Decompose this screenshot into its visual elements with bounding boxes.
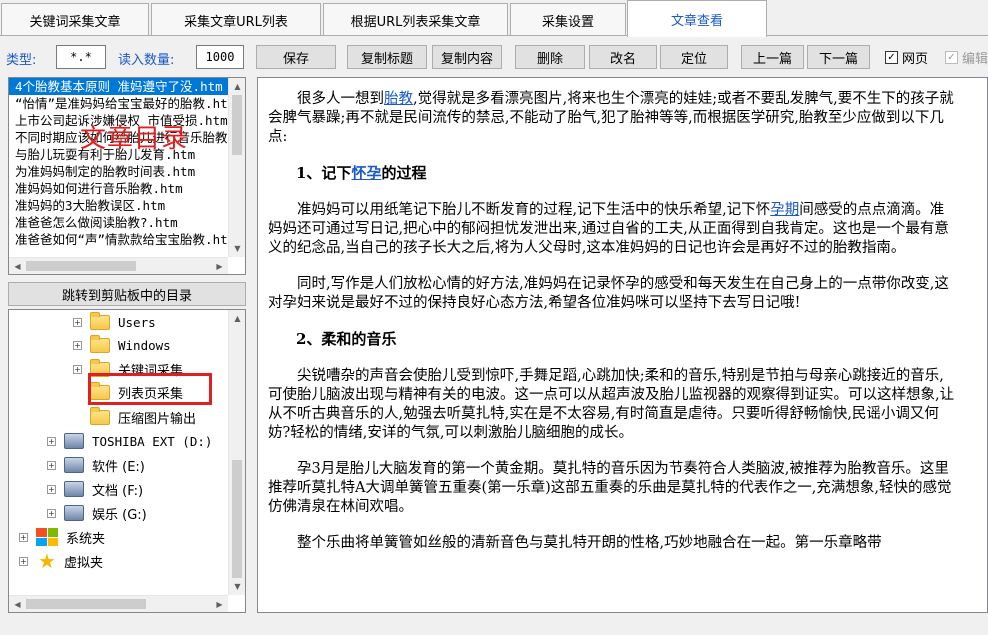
tree-vertical-scrollbar[interactable]: ▲ ▼ — [228, 310, 245, 595]
expand-icon[interactable]: + — [73, 364, 82, 374]
list-vertical-scrollbar[interactable]: ▲ ▼ — [228, 78, 245, 257]
drive-icon — [64, 457, 84, 473]
article-content: 很多人一想到胎教,觉得就是多看漂亮图片,将来也生个漂亮的娃娃;或者不要乱发脾气,… — [268, 90, 958, 570]
article-paragraph: 整个乐曲将单簧管如丝般的清新音色与莫扎特开朗的性格,巧妙地融合在一起。第一乐章略… — [297, 535, 882, 551]
scroll-down-icon[interactable]: ▼ — [229, 578, 245, 595]
expand-icon[interactable]: + — [73, 317, 82, 327]
expand-icon[interactable]: + — [47, 484, 56, 494]
article-paragraph: 同时,写作是人们放松心情的好方法,准妈妈在记录怀孕的感受和每天发生在自己身上的一… — [268, 276, 949, 311]
locate-button[interactable]: 定位 — [660, 45, 728, 69]
tree-node-windows[interactable]: + Windows — [73, 334, 171, 356]
count-input[interactable]: 1000 — [196, 45, 244, 69]
scroll-left-icon[interactable]: ◀ — [9, 258, 26, 274]
next-article-button[interactable]: 下一篇 — [807, 45, 870, 69]
article-view[interactable]: 很多人一想到胎教,觉得就是多看漂亮图片,将来也生个漂亮的娃娃;或者不要乱发脾气,… — [257, 77, 988, 613]
tab-bar: 关键词采集文章 采集文章URL列表 根据URL列表采集文章 采集设置 文章查看 — [0, 0, 988, 37]
tree-node-drive-f[interactable]: + 文档 (F:) — [47, 478, 143, 500]
list-item[interactable]: 准爸爸如何“声”情款款给宝宝胎教.htm — [9, 231, 245, 248]
tree-horizontal-scrollbar[interactable]: ◀ ▶ — [9, 595, 228, 612]
drive-icon — [64, 481, 84, 497]
expand-icon[interactable]: + — [73, 340, 82, 350]
article-paragraph: 孕3月是胎儿大脑发育的第一个黄金期。莫扎特的音乐因为节奏符合人类脑波,被推荐为胎… — [268, 461, 952, 515]
list-item[interactable]: “怡情”是准妈妈给宝宝最好的胎教.htm — [9, 95, 245, 112]
list-item[interactable]: 准妈妈如何进行音乐胎教.htm — [9, 180, 245, 197]
tree-node-compress-output[interactable]: 压缩图片输出 — [73, 406, 196, 428]
tree-node-virtual[interactable]: + ★ 虚拟夹 — [19, 550, 103, 572]
webpage-checkbox[interactable]: ✓ 网页 — [885, 48, 928, 67]
expand-icon[interactable]: + — [47, 460, 56, 470]
scroll-right-icon[interactable]: ▶ — [211, 258, 228, 274]
list-item[interactable]: 4个胎教基本原则 准妈遵守了没.htm — [9, 78, 245, 95]
scrollbar-thumb[interactable] — [26, 599, 146, 609]
expand-icon[interactable]: + — [19, 556, 28, 566]
link-taijiao[interactable]: 胎教 — [384, 91, 413, 107]
tab-keyword-collect[interactable]: 关键词采集文章 — [1, 3, 149, 36]
tree-node-drive-e[interactable]: + 软件 (E:) — [47, 454, 145, 476]
tree-node-system[interactable]: + 系统夹 — [19, 526, 105, 548]
check-icon: ✓ — [945, 51, 958, 64]
link-yunqi[interactable]: 孕期 — [770, 202, 799, 218]
article-paragraph: 尖锐嘈杂的声音会使胎儿受到惊吓,手舞足蹈,心跳加快;柔和的音乐,特别是节拍与母亲… — [268, 368, 955, 441]
tree-node-drive-g[interactable]: + 娱乐 (G:) — [47, 502, 147, 524]
folder-icon — [90, 334, 110, 353]
article-heading: 2、柔和的音乐 — [296, 330, 397, 348]
drive-icon — [64, 433, 84, 449]
copy-title-button[interactable]: 复制标题 — [347, 45, 427, 69]
folder-icon — [90, 311, 110, 330]
toolbar: 类型: *.* 读入数量: 1000 保存 复制标题 复制内容 删除 改名 定位… — [0, 43, 988, 73]
expand-icon[interactable]: + — [47, 508, 56, 518]
rename-button[interactable]: 改名 — [589, 45, 657, 69]
highlight-box — [88, 373, 212, 405]
windows-icon — [36, 528, 58, 546]
article-paragraph: 准妈妈可以用纸笔记下胎儿不断发育的过程,记下生活中的快乐希望,记下怀孕期间感受的… — [268, 202, 949, 256]
link-huaiyun[interactable]: 怀孕 — [351, 164, 381, 182]
expand-icon[interactable]: + — [19, 532, 28, 542]
count-label: 读入数量: — [118, 53, 175, 68]
jump-to-clipboard-dir-button[interactable]: 跳转到剪贴板中的目录 — [8, 282, 246, 306]
status-bar — [0, 614, 988, 635]
prev-article-button[interactable]: 上一篇 — [741, 45, 804, 69]
list-horizontal-scrollbar[interactable]: ◀ ▶ — [9, 257, 228, 274]
tab-collect-by-url[interactable]: 根据URL列表采集文章 — [323, 3, 508, 36]
check-icon: ✓ — [885, 51, 898, 64]
expand-icon[interactable]: + — [47, 436, 56, 446]
tab-url-list[interactable]: 采集文章URL列表 — [151, 3, 321, 36]
article-file-list[interactable]: 4个胎教基本原则 准妈遵守了没.htm “怡情”是准妈妈给宝宝最好的胎教.htm… — [8, 77, 246, 275]
article-catalog-annotation: 文章目录 — [80, 124, 189, 154]
article-heading: 1、记下怀孕的过程 — [296, 164, 427, 182]
scrollbar-thumb[interactable] — [232, 460, 242, 578]
edit-checkbox[interactable]: ✓ 编辑 — [945, 48, 988, 67]
scroll-up-icon[interactable]: ▲ — [229, 310, 245, 327]
type-label: 类型: — [6, 53, 37, 68]
tab-settings[interactable]: 采集设置 — [510, 3, 626, 36]
scroll-down-icon[interactable]: ▼ — [229, 240, 245, 257]
list-item[interactable]: 准爸爸怎么做阅读胎教?.htm — [9, 214, 245, 231]
delete-button[interactable]: 删除 — [515, 45, 585, 69]
tree-node-users[interactable]: + Users — [73, 311, 156, 333]
scrollbar-thumb[interactable] — [232, 95, 242, 155]
drive-icon — [64, 505, 84, 521]
save-button[interactable]: 保存 — [256, 45, 336, 69]
folder-icon — [90, 406, 110, 425]
star-icon: ★ — [38, 549, 56, 573]
tree-node-drive-d[interactable]: + TOSHIBA EXT (D:) — [47, 430, 212, 452]
type-input[interactable]: *.* — [56, 45, 106, 69]
scrollbar-thumb[interactable] — [26, 261, 136, 271]
scroll-up-icon[interactable]: ▲ — [229, 78, 245, 95]
list-item[interactable]: 准妈妈的3大胎教误区.htm — [9, 197, 245, 214]
folder-tree[interactable]: + Users + Windows + 关键词采集 列表页采集 压缩图片输出 +… — [8, 309, 246, 613]
scroll-left-icon[interactable]: ◀ — [9, 596, 26, 612]
scroll-right-icon[interactable]: ▶ — [211, 596, 228, 612]
copy-content-button[interactable]: 复制内容 — [432, 45, 502, 69]
article-paragraph: 很多人一想到胎教,觉得就是多看漂亮图片,将来也生个漂亮的娃娃;或者不要乱发脾气,… — [268, 91, 954, 145]
tab-article-view[interactable]: 文章查看 — [627, 0, 767, 37]
list-item[interactable]: 为准妈妈制定的胎教时间表.htm — [9, 163, 245, 180]
